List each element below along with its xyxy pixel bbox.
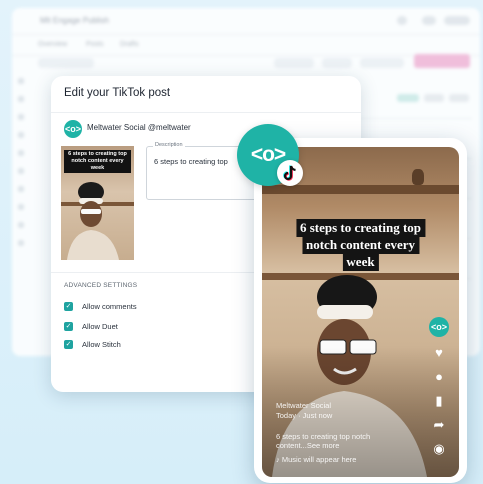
heart-icon[interactable]: ♥ xyxy=(431,345,447,361)
dialog-header: Edit your TikTok post xyxy=(51,76,361,113)
preview-music: ♪ Music will appear here xyxy=(276,455,357,464)
background-filter-4 xyxy=(360,58,404,68)
allow-comments-label: Allow comments xyxy=(82,302,137,311)
background-grid-line xyxy=(357,118,472,119)
background-chip-1 xyxy=(397,94,419,102)
background-search-icon xyxy=(397,16,407,25)
preview-timestamp: Today · Just now xyxy=(276,411,333,420)
dialog-title: Edit your TikTok post xyxy=(64,87,171,99)
background-filter xyxy=(38,58,94,68)
advanced-settings-heading: ADVANCED SETTINGS xyxy=(64,282,138,289)
phone-preview: 6 steps to creating top notch content ev… xyxy=(254,138,467,483)
description-label: Description xyxy=(153,142,185,148)
background-chip-3 xyxy=(449,94,469,102)
music-disc-icon[interactable]: ◉ xyxy=(431,441,447,457)
bookmark-icon[interactable]: ▮ xyxy=(431,393,447,409)
allow-comments-checkbox[interactable]: ✓ xyxy=(64,302,73,311)
brand-logo-icon[interactable]: <o> xyxy=(429,317,449,337)
background-filter-2 xyxy=(274,58,314,68)
background-tab-1: Posts xyxy=(86,41,104,48)
background-app-title: Mlt Engage Publish xyxy=(40,16,109,25)
phone-screen: 6 steps to creating top notch content ev… xyxy=(262,147,459,477)
background-sidebar xyxy=(18,78,24,258)
caption-line-1: notch content every xyxy=(301,236,420,254)
share-icon[interactable]: ➦ xyxy=(431,417,447,433)
account-name: Meltwater Social @meltwater xyxy=(87,123,191,132)
preview-username: Meltwater Social xyxy=(276,401,332,410)
background-chip-2 xyxy=(424,94,444,102)
background-bell-icon xyxy=(422,16,436,25)
caption-line-0: 6 steps to creating top xyxy=(295,219,426,237)
background-user-chip xyxy=(444,16,470,25)
thumbnail-person-image xyxy=(61,182,134,260)
background-topbar: Mlt Engage Publish xyxy=(12,8,480,35)
allow-stitch-checkbox[interactable]: ✓ xyxy=(64,340,73,349)
meltwater-logo-icon: <o> xyxy=(64,120,82,138)
background-create-button xyxy=(414,54,470,68)
background-tab-0: Overview xyxy=(38,41,68,48)
background-tab-2: Drafts xyxy=(120,41,139,48)
video-thumbnail[interactable]: 6 steps to creating top notch content ev… xyxy=(61,146,134,260)
comment-icon[interactable]: ● xyxy=(431,369,447,385)
allow-duet-label: Allow Duet xyxy=(82,322,118,331)
description-value: 6 steps to creating top xyxy=(154,157,228,166)
preview-music-text: Music will appear here xyxy=(281,455,357,464)
tiktok-logo-icon xyxy=(277,160,303,186)
allow-stitch-label: Allow Stitch xyxy=(82,340,121,349)
background-tabs: Overview Posts Drafts xyxy=(12,35,480,56)
allow-duet-checkbox[interactable]: ✓ xyxy=(64,322,73,331)
caption-line-2: week xyxy=(342,253,379,271)
preview-description: 6 steps to creating top notch content...… xyxy=(276,432,371,450)
background-filter-3 xyxy=(322,58,352,68)
